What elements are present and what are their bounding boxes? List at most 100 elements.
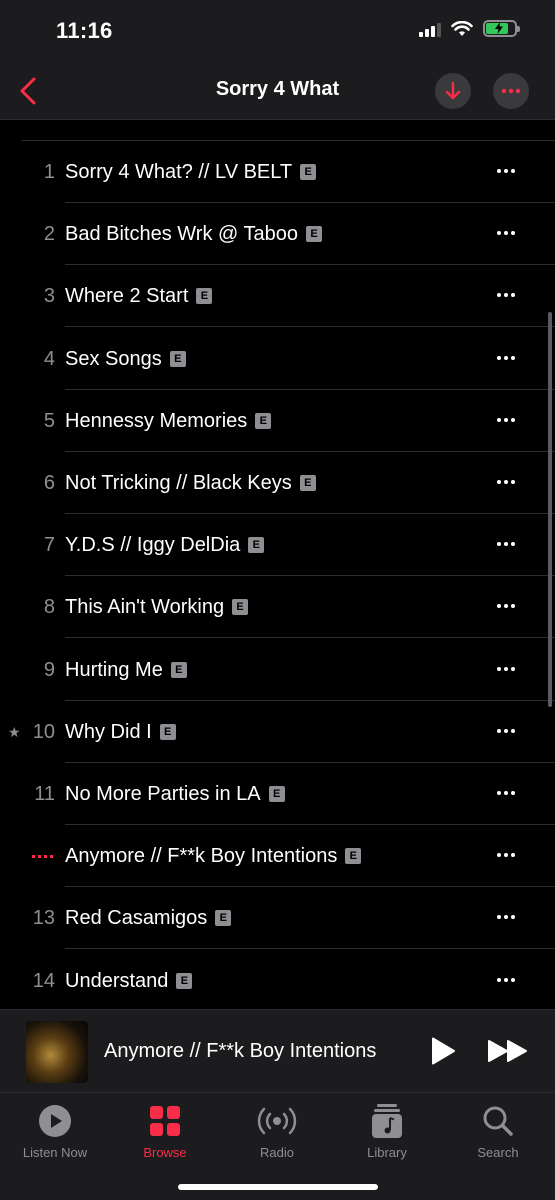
explicit-badge: E [169,350,186,367]
radio-icon [257,1107,297,1135]
more-options-button[interactable] [493,73,529,109]
track-more-button[interactable] [497,604,515,609]
tab-browse[interactable]: Browse [115,1101,215,1160]
charging-bolt-icon [495,22,503,34]
track-row[interactable]: 4 Sex Songs E [0,328,555,390]
tab-label: Library [367,1145,407,1160]
track-more-button[interactable] [497,977,515,982]
status-bar: 11:16 [0,0,555,64]
explicit-badge: E [159,723,176,740]
track-title-wrap: Hurting Me E [65,639,187,701]
tab-label: Radio [260,1145,294,1160]
track-title: Bad Bitches Wrk @ Taboo [65,223,299,246]
explicit-badge: E [300,164,317,180]
track-title: Y.D.S // Iggy DelDia [65,534,241,557]
fast-forward-icon [488,1040,527,1062]
search-icon [483,1106,513,1136]
track-more-button[interactable] [497,355,515,360]
track-title: Understand [65,969,169,992]
download-button[interactable] [435,73,471,109]
track-row[interactable]: 7 Y.D.S // Iggy DelDia E [0,514,555,577]
ellipsis-icon [501,88,521,94]
track-number: 10 [32,720,55,743]
track-title-wrap: Why Did I E [65,701,176,763]
track-title: Sex Songs [65,347,162,370]
explicit-badge: E [176,972,193,989]
status-icons [419,20,520,37]
track-more-button[interactable] [497,791,515,795]
track-row[interactable]: 5 Hennessy Memories E [0,390,555,452]
arrow-down-icon [445,81,461,100]
track-title-wrap: Anymore // F**k Boy Intentions E [65,825,362,887]
track-title: No More Parties in LA [65,783,261,805]
track-more-button[interactable] [497,542,515,547]
track-title: Where 2 Start [65,285,189,308]
track-number: 7 [43,534,55,557]
track-number: 2 [43,223,55,246]
track-title-wrap: Where 2 Start E [65,265,213,327]
track-title-wrap: Sex Songs E [65,328,186,390]
track-row[interactable]: 11 No More Parties in LA E [0,763,555,825]
track-more-button[interactable] [497,293,515,298]
track-title-wrap: Hennessy Memories E [65,390,272,452]
track-number: 4 [43,347,55,370]
tab-library[interactable]: Library [337,1101,437,1160]
track-title: Anymore // F**k Boy Intentions [65,845,338,868]
track-number: 6 [43,472,55,494]
track-row[interactable]: 8 This Ain't Working E [0,576,555,639]
home-indicator[interactable] [178,1184,378,1190]
track-more-button[interactable] [497,728,515,733]
track-row[interactable]: 1 Sorry 4 What? // LV BELT E [0,141,555,203]
album-artwork [26,1021,88,1083]
track-title-wrap: Understand E [65,950,193,1009]
explicit-badge: E [215,910,232,927]
scroll-indicator[interactable] [548,312,552,707]
tab-listen-now[interactable]: Listen Now [5,1101,105,1160]
track-title-wrap: Bad Bitches Wrk @ Taboo E [65,203,323,265]
track-more-button[interactable] [497,480,515,484]
page-title: Sorry 4 What [215,78,340,100]
track-row[interactable]: 14 Understand E [0,950,555,1009]
track-more-button[interactable] [497,417,515,422]
play-button[interactable] [430,1037,456,1070]
track-title: Hurting Me [65,658,163,681]
wifi-icon [451,20,473,36]
library-icon [372,1104,402,1138]
track-number: 11 [34,783,55,805]
tab-search[interactable]: Search [448,1101,548,1160]
track-row[interactable]: 3 Where 2 Start E [0,265,555,328]
track-row[interactable]: 2 Bad Bitches Wrk @ Taboo E [0,203,555,266]
play-icon [432,1037,455,1065]
track-title-wrap: This Ain't Working E [65,576,249,638]
tab-radio[interactable]: Radio [227,1101,327,1160]
tab-label: Listen Now [22,1145,88,1160]
track-more-button[interactable] [497,666,515,671]
track-more-button[interactable] [497,853,515,858]
battery-icon [483,20,520,37]
track-row[interactable]: Anymore // F**k Boy Intentions E [0,825,555,888]
cellular-signal-icon [419,21,441,37]
nav-bar: Sorry 4 What [0,64,555,120]
track-row[interactable]: ★ 10 Why Did IE [0,701,555,763]
explicit-badge: E [170,661,187,678]
tab-label: Search [477,1145,519,1160]
track-more-button[interactable] [497,915,515,920]
track-number: 13 [32,907,55,930]
track-number: 5 [43,409,55,432]
track-title: Red Casamigos [65,907,208,930]
track-title: Why Did I [65,720,152,743]
track-row[interactable]: 13 Red Casamigos E [0,887,555,950]
explicit-badge: E [255,412,272,429]
track-more-button[interactable] [497,169,515,173]
next-track-button[interactable] [487,1039,529,1068]
track-row[interactable]: 6 Not Tricking // Black Keys E [0,452,555,514]
explicit-badge: E [268,786,285,802]
track-title: Not Tricking // Black Keys [65,472,292,494]
battery-level [486,22,509,34]
track-title-wrap: Red Casamigos E [65,887,232,949]
mini-player[interactable]: Anymore // F**k Boy Intentions [0,1009,555,1092]
track-row[interactable]: 9 Hurting Me E [0,639,555,701]
track-more-button[interactable] [497,231,515,236]
track-title: This Ain't Working [65,596,225,619]
track-list[interactable]: 1 Sorry 4 What? // LV BELT E 2 Bad Bitches W… [0,121,555,1009]
